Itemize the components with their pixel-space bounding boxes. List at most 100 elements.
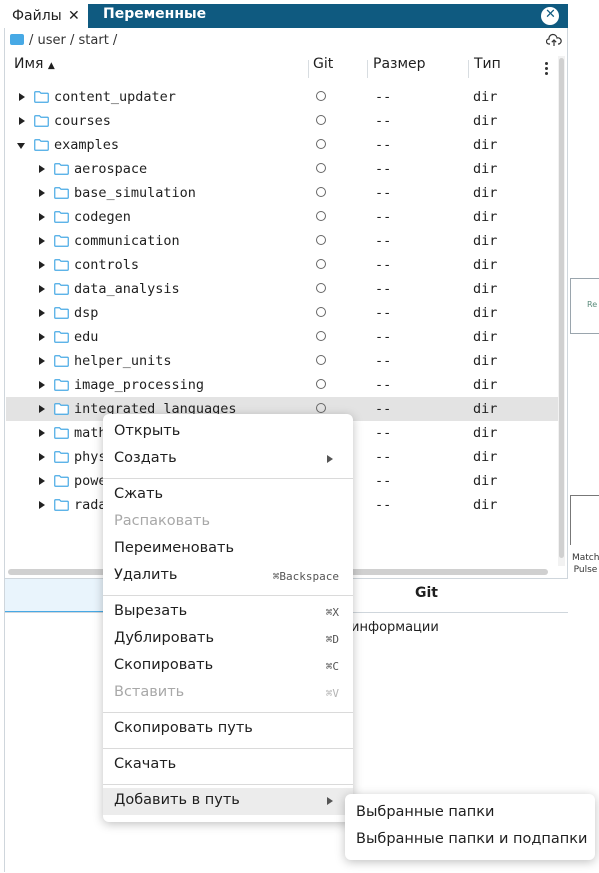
- file-row[interactable]: communication -- dir: [6, 229, 558, 253]
- file-row[interactable]: courses -- dir: [6, 109, 558, 133]
- git-status-icon: [316, 163, 326, 173]
- expand-arrow-icon[interactable]: [19, 117, 25, 125]
- expand-arrow-icon[interactable]: [39, 213, 45, 221]
- menu-item-cut[interactable]: Вырезать ⌘X: [103, 599, 353, 626]
- folder-icon: [54, 307, 69, 319]
- scrollbar-thumb[interactable]: [559, 58, 564, 558]
- expand-arrow-icon[interactable]: [39, 261, 45, 269]
- file-name: courses: [54, 113, 111, 129]
- expand-arrow-icon[interactable]: [39, 429, 45, 437]
- expand-arrow-icon[interactable]: [39, 381, 45, 389]
- submenu-item-selected-folders-subfolders[interactable]: Выбранные папки и подпапки: [356, 831, 587, 847]
- column-header-git[interactable]: Git: [313, 56, 333, 82]
- expand-arrow-icon[interactable]: [39, 501, 45, 509]
- file-type: dir: [473, 305, 498, 321]
- expand-arrow-icon[interactable]: [39, 405, 45, 413]
- column-divider[interactable]: [468, 60, 469, 78]
- file-row[interactable]: helper_units -- dir: [6, 349, 558, 373]
- file-name: communication: [74, 233, 180, 249]
- breadcrumb[interactable]: / user / start /: [10, 33, 117, 48]
- file-size: --: [375, 377, 392, 393]
- column-header-type[interactable]: Тип: [474, 56, 501, 82]
- menu-item-add-to-path[interactable]: Добавить в путь: [103, 788, 353, 815]
- panel-close-button[interactable]: ✕: [541, 7, 559, 25]
- menu-item-open[interactable]: Открыть: [103, 419, 353, 446]
- file-name: base_simulation: [74, 185, 196, 201]
- expand-arrow-icon[interactable]: [39, 165, 45, 173]
- file-row[interactable]: aerospace -- dir: [6, 157, 558, 181]
- menu-item-rename[interactable]: Переименовать: [103, 536, 353, 563]
- expand-arrow-icon[interactable]: [19, 93, 25, 101]
- expand-arrow-icon[interactable]: [39, 285, 45, 293]
- menu-separator: [103, 595, 353, 596]
- expand-arrow-icon[interactable]: [39, 453, 45, 461]
- expand-arrow-icon[interactable]: [39, 357, 45, 365]
- column-divider[interactable]: [308, 60, 309, 78]
- submenu-item-selected-folders[interactable]: Выбранные папки: [356, 804, 494, 820]
- tab-files[interactable]: Файлы ✕: [4, 4, 88, 28]
- column-divider[interactable]: [367, 60, 368, 78]
- file-row[interactable]: examples -- dir: [6, 133, 558, 157]
- menu-item-extract: Распаковать: [114, 513, 211, 529]
- folder-icon: [54, 403, 69, 415]
- expand-arrow-icon[interactable]: [39, 237, 45, 245]
- git-status-icon: [316, 331, 326, 341]
- file-row[interactable]: dsp -- dir: [6, 301, 558, 325]
- expand-arrow-icon[interactable]: [39, 477, 45, 485]
- canvas-block-label: Re: [587, 300, 598, 309]
- file-row[interactable]: controls -- dir: [6, 253, 558, 277]
- file-size: --: [375, 257, 392, 273]
- file-name: examples: [54, 137, 120, 153]
- expand-arrow-icon[interactable]: [39, 189, 45, 197]
- file-type: dir: [473, 329, 498, 345]
- menu-item-duplicate[interactable]: Дублировать ⌘D: [103, 626, 353, 653]
- menu-item-copy[interactable]: Скопировать ⌘C: [103, 653, 353, 680]
- menu-item-delete[interactable]: Удалить ⌘Backspace: [103, 563, 353, 590]
- folder-icon: [54, 283, 69, 295]
- column-header-size[interactable]: Размер: [373, 56, 426, 82]
- folder-icon: [54, 427, 69, 439]
- more-options-icon[interactable]: [545, 62, 549, 77]
- file-type: dir: [473, 497, 498, 513]
- file-row[interactable]: content_updater -- dir: [6, 85, 558, 109]
- file-size: --: [375, 233, 392, 249]
- submenu-arrow-icon: [327, 455, 333, 463]
- collapse-arrow-icon[interactable]: [17, 143, 25, 149]
- canvas-line: [570, 495, 599, 496]
- menu-item-download[interactable]: Скачать: [103, 752, 353, 779]
- canvas-block: Re: [570, 278, 599, 334]
- folder-icon: [54, 451, 69, 463]
- file-size: --: [375, 329, 392, 345]
- breadcrumb-path[interactable]: / user / start /: [29, 33, 117, 48]
- menu-item-create[interactable]: Создать: [103, 446, 353, 473]
- tab-variables[interactable]: Переменные: [103, 6, 206, 22]
- file-type: dir: [473, 209, 498, 225]
- file-row[interactable]: image_processing -- dir: [6, 373, 558, 397]
- tab-close-icon[interactable]: ✕: [68, 8, 80, 24]
- expand-arrow-icon[interactable]: [39, 309, 45, 317]
- file-row[interactable]: edu -- dir: [6, 325, 558, 349]
- file-name: math: [74, 425, 107, 441]
- file-row[interactable]: data_analysis -- dir: [6, 277, 558, 301]
- vertical-scrollbar[interactable]: [558, 56, 565, 566]
- folder-icon: [34, 139, 49, 151]
- file-type: dir: [473, 185, 498, 201]
- upload-cloud-icon[interactable]: [546, 33, 562, 47]
- folder-icon: [34, 115, 49, 127]
- file-row[interactable]: base_simulation -- dir: [6, 181, 558, 205]
- file-name: data_analysis: [74, 281, 180, 297]
- sort-ascending-icon: ▲: [47, 61, 55, 71]
- column-header-name[interactable]: Имя ▲: [14, 56, 55, 82]
- menu-item-compress[interactable]: Сжать: [103, 482, 353, 509]
- submenu-arrow-icon: [327, 797, 333, 805]
- file-size: --: [375, 89, 392, 105]
- menu-separator: [103, 784, 353, 785]
- file-name: dsp: [74, 305, 99, 321]
- file-type: dir: [473, 257, 498, 273]
- menu-item-copy-path[interactable]: Скопировать путь: [103, 716, 353, 743]
- expand-arrow-icon[interactable]: [39, 333, 45, 341]
- file-row[interactable]: codegen -- dir: [6, 205, 558, 229]
- git-status-icon: [316, 115, 326, 125]
- file-name: codegen: [74, 209, 131, 225]
- file-size: --: [375, 137, 392, 153]
